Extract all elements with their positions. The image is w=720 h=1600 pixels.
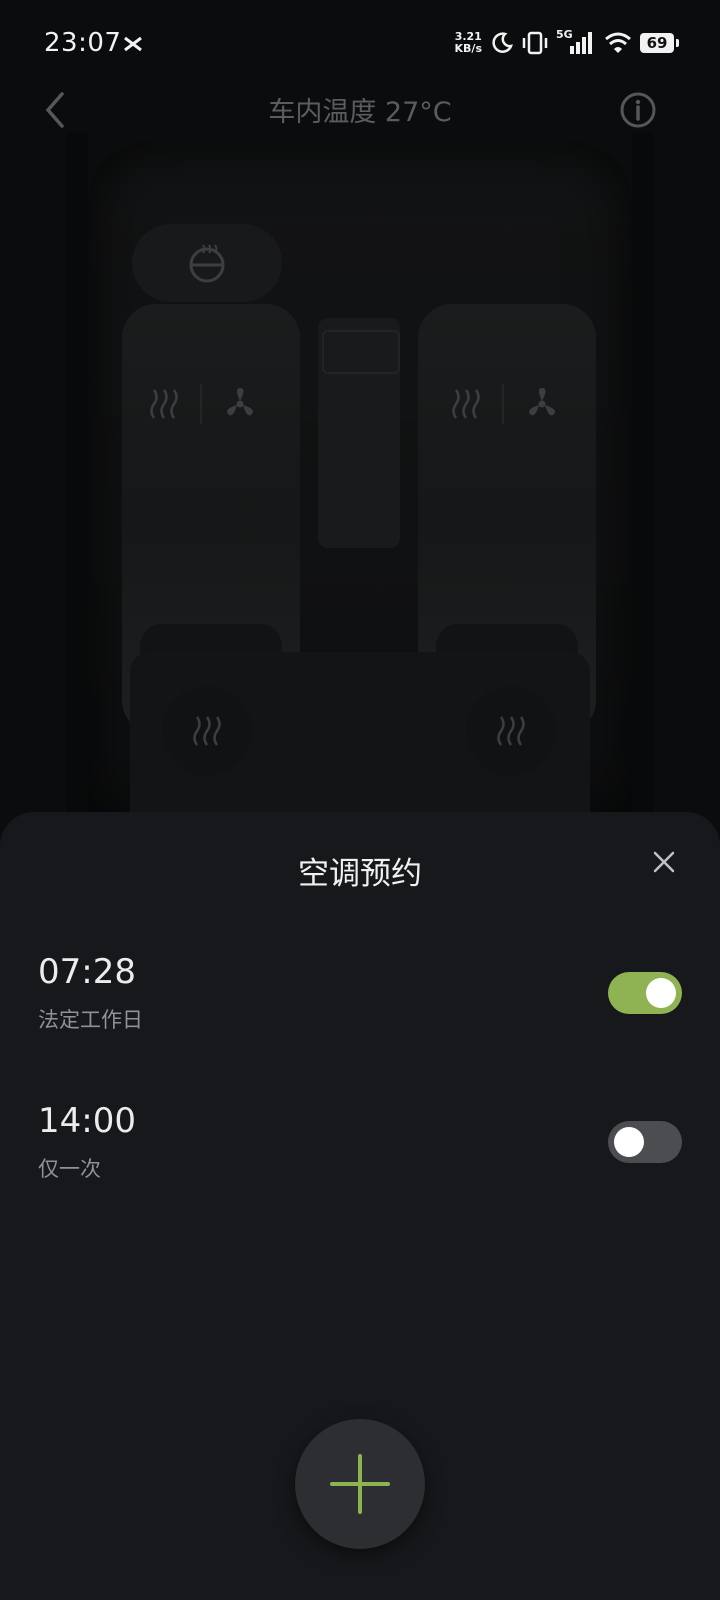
car-interior-view <box>0 132 720 822</box>
seat-heat-icon <box>497 716 525 746</box>
status-bar: 23:07 3.21 KB/s 5G 69 <box>0 0 720 88</box>
wifi-icon <box>605 32 631 53</box>
battery-level: 69 <box>646 34 668 52</box>
info-icon[interactable] <box>620 92 656 128</box>
steering-wheel-heat-button[interactable] <box>132 224 282 302</box>
schedule-toggle[interactable] <box>608 1121 682 1163</box>
front-right-controls <box>448 384 562 424</box>
sheet-title: 空调预约 <box>298 856 422 892</box>
cross-notification-icon <box>124 36 142 52</box>
control-divider <box>200 384 202 424</box>
control-divider <box>502 384 504 424</box>
toggle-knob <box>614 1127 644 1157</box>
ac-schedule-sheet: 空调预约 07:28 法定工作日 14:00 仅一次 <box>0 812 720 1600</box>
fan-icon[interactable] <box>220 384 260 424</box>
net-speed: 3.21 KB/s <box>455 31 482 55</box>
seat-heat-icon[interactable] <box>146 386 182 422</box>
top-bar: 车内温度 27°C <box>0 88 720 132</box>
cup-holders <box>322 330 400 374</box>
schedule-repeat: 法定工作日 <box>38 1008 143 1032</box>
page-title: 车内温度 27°C <box>268 97 452 128</box>
door-left <box>66 132 88 812</box>
plus-icon <box>330 1454 390 1514</box>
close-icon[interactable] <box>648 846 680 878</box>
moon-icon <box>492 32 513 53</box>
seat-heat-icon[interactable] <box>448 386 484 422</box>
battery-icon: 69 <box>640 33 679 53</box>
rear-right-heat-button[interactable] <box>466 686 556 776</box>
steering-wheel-heat-icon <box>189 244 225 283</box>
schedule-toggle[interactable] <box>608 972 682 1014</box>
net-speed-unit: KB/s <box>454 42 482 55</box>
fan-icon[interactable] <box>522 384 562 424</box>
schedule-item[interactable]: 14:00 仅一次 <box>38 1101 682 1211</box>
door-right <box>632 132 654 812</box>
signal-icon <box>570 32 592 54</box>
schedule-repeat: 仅一次 <box>38 1157 101 1181</box>
rear-left-heat-button[interactable] <box>162 686 252 776</box>
seat-heat-icon <box>193 716 221 746</box>
center-console <box>318 318 400 548</box>
add-schedule-button[interactable] <box>295 1419 425 1549</box>
schedule-item[interactable]: 07:28 法定工作日 <box>38 952 682 1062</box>
schedule-time: 14:00 <box>38 1101 136 1141</box>
cell-signal: 5G <box>556 28 596 56</box>
status-time: 23:07 <box>44 28 122 58</box>
schedule-time: 07:28 <box>38 952 136 992</box>
toggle-knob <box>646 978 676 1008</box>
vibrate-icon <box>522 31 548 55</box>
front-left-controls <box>146 384 260 424</box>
status-icons: 3.21 KB/s 5G 69 <box>455 26 679 60</box>
